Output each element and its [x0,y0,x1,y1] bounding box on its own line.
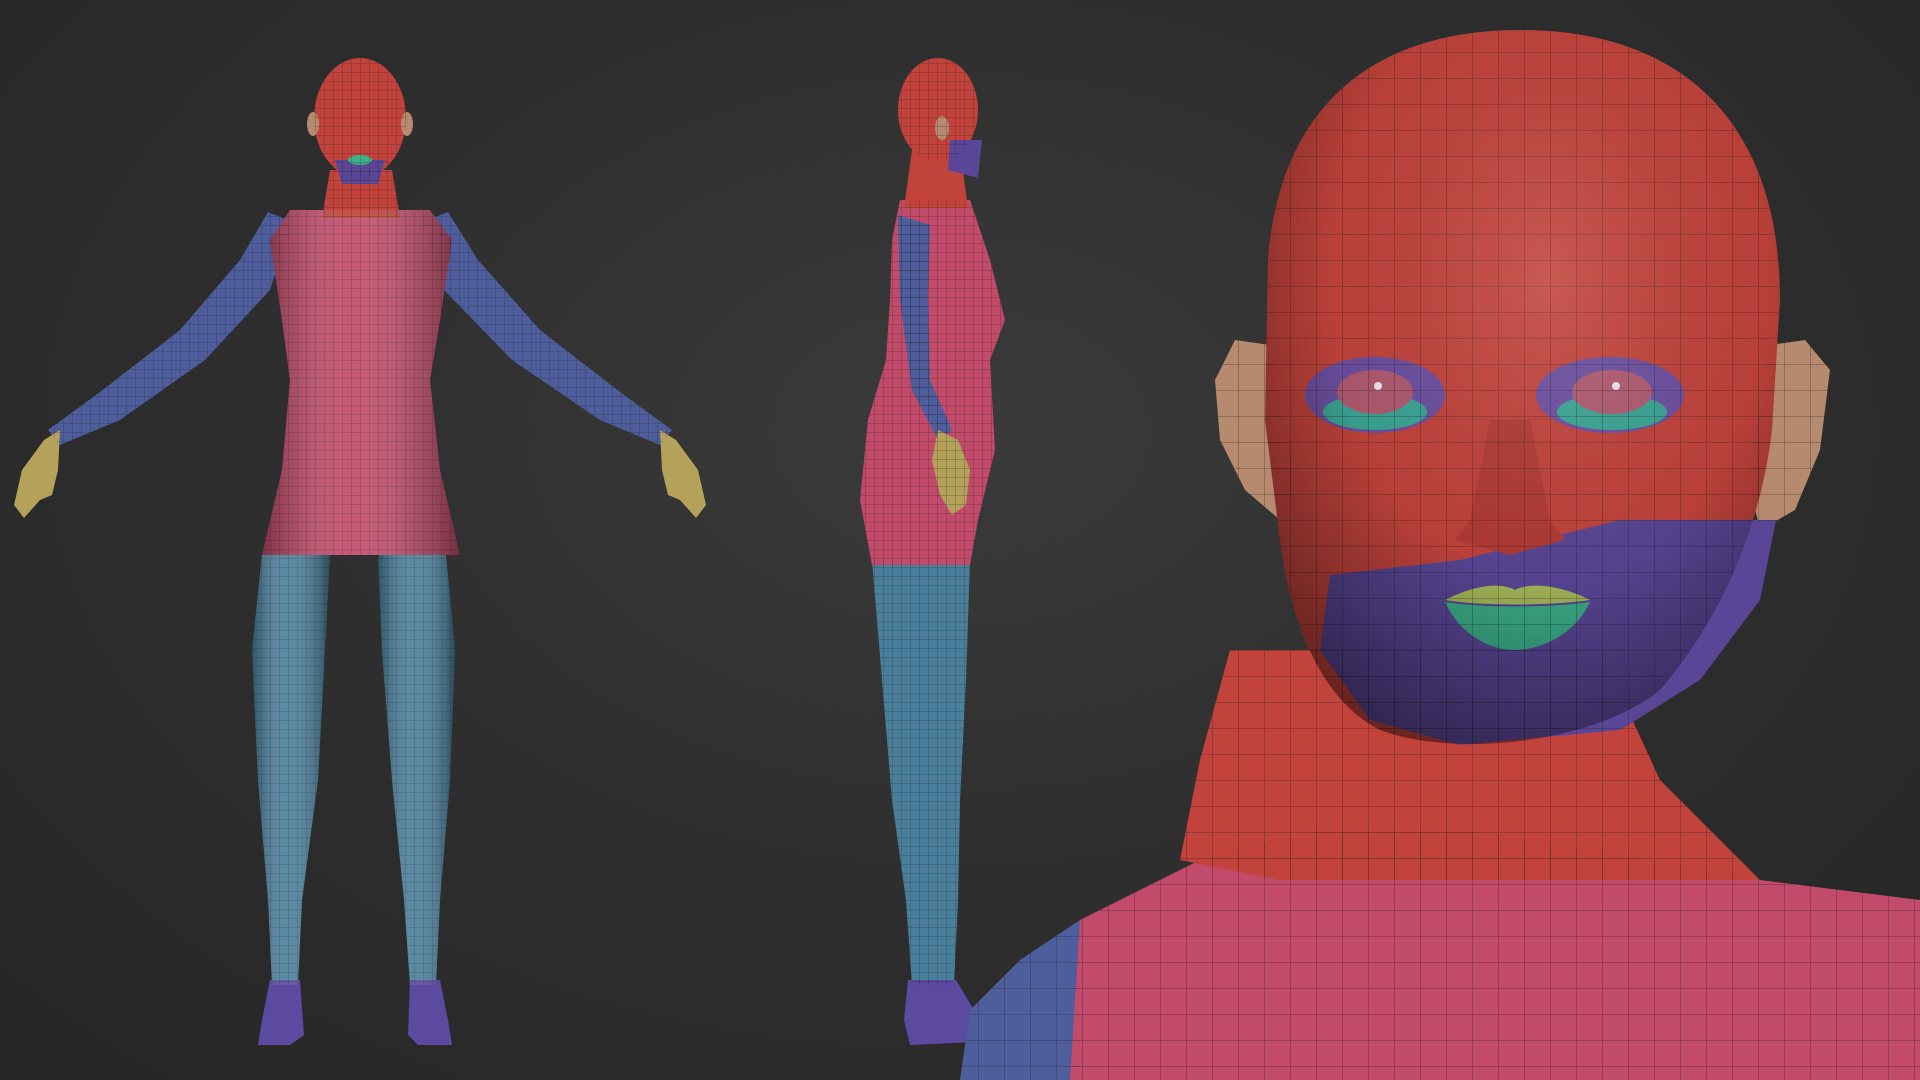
front-view-figure [14,58,706,1045]
head-closeup-panel[interactable] [900,0,1920,1080]
front-hand-left [14,430,60,518]
viewport-canvas[interactable] [0,0,1920,1080]
front-foot-right [408,980,452,1045]
front-view-panel[interactable] [0,0,720,1080]
front-shading [252,210,460,985]
front-hand-right [660,430,706,518]
front-foot-left [258,980,304,1045]
head-closeup-figure [960,30,1920,1080]
